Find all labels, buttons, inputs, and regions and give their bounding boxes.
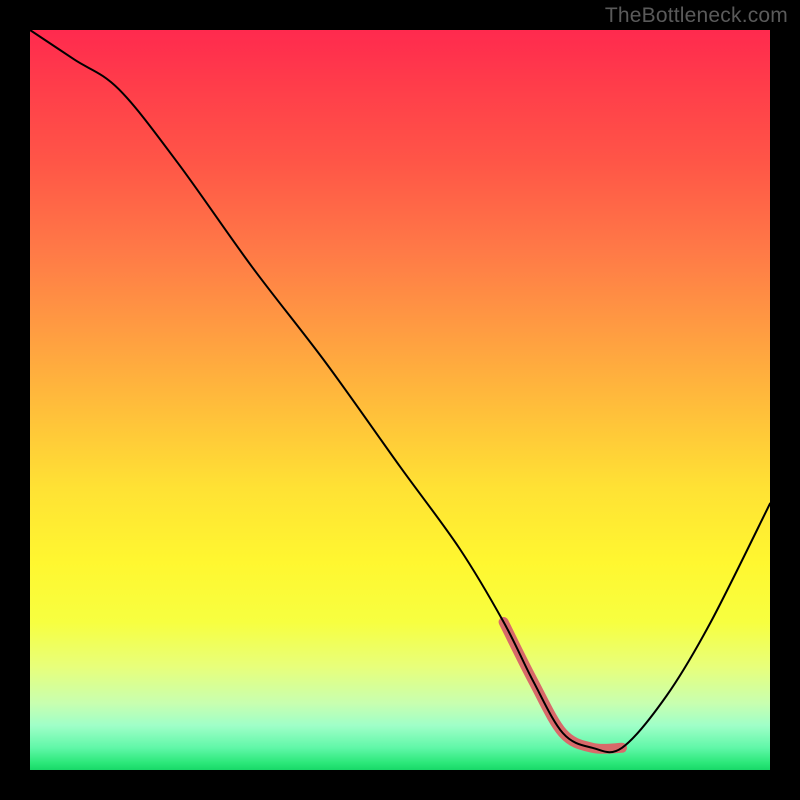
optimal-range-highlight	[504, 622, 622, 749]
plot-area	[30, 30, 770, 770]
watermark-text: TheBottleneck.com	[605, 4, 788, 28]
bottleneck-curve-icon	[30, 30, 770, 752]
chart-frame: TheBottleneck.com	[0, 0, 800, 800]
curve-layer	[30, 30, 770, 770]
